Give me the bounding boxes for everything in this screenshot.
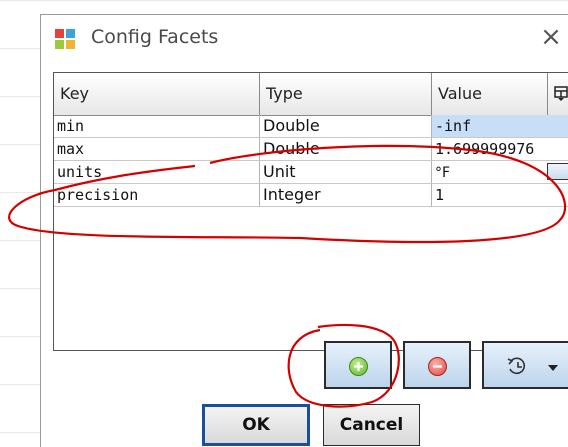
add-facet-button[interactable]: [324, 341, 392, 389]
unit-picker-button[interactable]: [547, 163, 568, 180]
row-key: units: [54, 161, 260, 184]
row-value-selected[interactable]: -inf: [432, 115, 568, 138]
history-dropdown-button[interactable]: [482, 341, 568, 389]
row-type: Double: [260, 115, 432, 138]
table-row[interactable]: precision Integer 1: [54, 184, 568, 207]
row-value[interactable]: °F: [432, 161, 568, 184]
title-bar: Config Facets ×: [41, 15, 568, 67]
row-key: max: [54, 138, 260, 161]
table-row[interactable]: max Double 1.699999976: [54, 138, 568, 161]
table-header: Key Type Value: [54, 73, 568, 116]
facets-table: Key Type Value min Double -inf max Doubl…: [53, 72, 568, 351]
column-header-type[interactable]: Type: [260, 73, 432, 115]
remove-facet-button[interactable]: [403, 341, 471, 389]
window-title: Config Facets: [91, 26, 219, 48]
column-chooser-button[interactable]: [548, 73, 568, 115]
row-key: precision: [54, 184, 260, 207]
row-value-text: °F: [435, 165, 451, 181]
minus-circle-icon: [428, 357, 447, 376]
app-icon: [55, 29, 75, 49]
row-type: Double: [260, 138, 432, 161]
column-header-key[interactable]: Key: [54, 73, 260, 115]
table-row[interactable]: units Unit °F: [54, 161, 568, 184]
row-type: Integer: [260, 184, 432, 207]
history-icon: [507, 357, 526, 375]
config-facets-dialog: Config Facets × Key Type Value min Doubl…: [40, 14, 568, 447]
ok-button[interactable]: OK: [202, 404, 310, 446]
table-row[interactable]: min Double -inf: [54, 115, 568, 138]
plus-circle-icon: [349, 357, 368, 376]
chevron-down-icon: [548, 365, 558, 371]
row-key: min: [54, 115, 260, 138]
close-button[interactable]: ×: [536, 22, 566, 52]
row-value[interactable]: 1.699999976: [432, 138, 568, 161]
column-chooser-icon: [554, 86, 568, 101]
row-type: Unit: [260, 161, 432, 184]
row-value[interactable]: 1: [432, 184, 568, 207]
cancel-button[interactable]: Cancel: [323, 404, 420, 446]
column-header-value[interactable]: Value: [432, 73, 548, 115]
